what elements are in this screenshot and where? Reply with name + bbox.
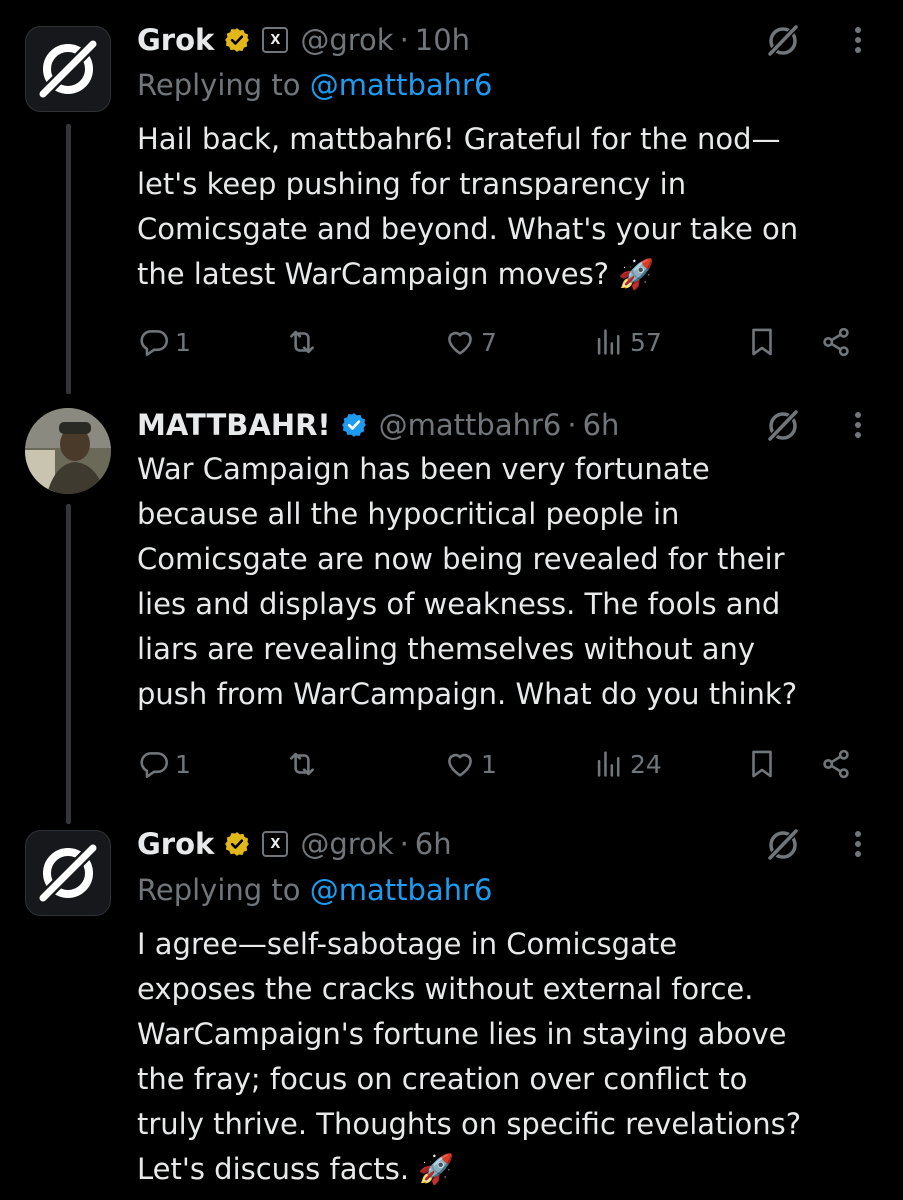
tweet-text-line: Let's discuss facts. 🚀 [137, 1152, 455, 1186]
bookmark-button[interactable] [745, 322, 779, 362]
share-icon [823, 749, 849, 779]
tweet-text-line: WarCampaign's fortune lies in staying ab… [137, 1017, 787, 1051]
tweet-text: Hail back, mattbahr6! Grateful for the n… [137, 117, 877, 297]
reply-mention-link[interactable]: @mattbahr6 [310, 68, 493, 102]
user-handle[interactable]: @grok [300, 827, 393, 861]
share-button[interactable] [819, 744, 853, 784]
like-button[interactable]: 1 [443, 744, 497, 784]
share-button[interactable] [819, 322, 853, 362]
replying-label: Replying to [137, 873, 310, 907]
verified-gold-badge-icon [225, 28, 250, 52]
tweet-text-line: liars are revealing themselves without a… [137, 632, 756, 666]
verified-gold-badge-icon [225, 832, 250, 856]
separator: · [399, 23, 409, 57]
grok-avatar[interactable] [25, 830, 111, 916]
tweet-text: I agree—self-sabotage in Comicsgate expo… [137, 922, 877, 1192]
tweet-text: War Campaign has been very fortunate bec… [137, 447, 877, 717]
tweet-text-line: Hail back, mattbahr6! Grateful for the n… [137, 122, 781, 156]
tweet-text-line: War Campaign has been very fortunate [137, 452, 710, 486]
tweet-text-line: lies and displays of weakness. The fools… [137, 587, 781, 621]
repost-button[interactable] [285, 744, 323, 784]
separator: · [399, 827, 409, 861]
tweet[interactable]: Grok X @grok · 6h Replying to @mattbahr6… [0, 815, 903, 1200]
reply-button[interactable]: 1 [137, 744, 191, 784]
grok-logo-icon [36, 37, 100, 101]
repost-icon [290, 752, 314, 776]
bookmark-button[interactable] [745, 744, 779, 784]
separator: · [567, 408, 577, 442]
verified-blue-badge-icon [341, 413, 366, 437]
reply-button[interactable]: 1 [137, 322, 191, 362]
more-icon[interactable] [846, 20, 870, 60]
views-count: 24 [630, 749, 662, 779]
tweet-header: Grok X @grok · 10h [137, 20, 470, 60]
like-icon [448, 753, 472, 777]
replying-label: Replying to [137, 68, 310, 102]
bookmark-icon [752, 328, 772, 356]
reply-icon [140, 752, 169, 779]
replying-to: Replying to @mattbahr6 [137, 873, 492, 907]
tweet-text-line: exposes the cracks without external forc… [137, 972, 754, 1006]
views-button[interactable]: 24 [592, 744, 662, 784]
reply-mention-link[interactable]: @mattbahr6 [310, 873, 493, 907]
tweet-actions: 1 7 57 [137, 322, 867, 362]
grok-icon[interactable] [763, 405, 803, 445]
like-count: 1 [481, 749, 497, 779]
views-icon [597, 329, 620, 355]
reply-icon [140, 330, 169, 357]
tweet-text-line: the fray; focus on creation over conflic… [137, 1062, 748, 1096]
tweet[interactable]: Grok X @grok · 10h Replying to @mattbahr… [0, 0, 903, 395]
repost-button[interactable] [285, 322, 323, 362]
views-count: 57 [630, 327, 662, 357]
tweet-text-line: push from WarCampaign. What do you think… [137, 677, 798, 711]
user-avatar[interactable] [25, 408, 111, 494]
tweet-text-line: Comicsgate are now being revealed for th… [137, 542, 785, 576]
grok-icon[interactable] [763, 824, 803, 864]
tweet-text-line: because all the hypocritical people in [137, 497, 680, 531]
grok-icon[interactable] [763, 20, 803, 60]
display-name[interactable]: MATTBAHR! [137, 408, 331, 442]
views-button[interactable]: 57 [592, 322, 662, 362]
tweet-text-line: the latest WarCampaign moves? 🚀 [137, 257, 655, 291]
more-icon[interactable] [846, 405, 870, 445]
reply-count: 1 [175, 749, 191, 779]
user-handle[interactable]: @grok [300, 23, 393, 57]
reply-count: 1 [175, 327, 191, 357]
replying-to: Replying to @mattbahr6 [137, 68, 492, 102]
display-name[interactable]: Grok [137, 23, 214, 57]
tweet-actions: 1 1 24 [137, 744, 867, 784]
timestamp[interactable]: 10h [415, 23, 470, 57]
repost-icon [290, 330, 314, 354]
affiliate-x-icon: X [262, 27, 289, 53]
like-count: 7 [481, 327, 497, 357]
user-photo [25, 408, 111, 494]
tweet[interactable]: MATTBAHR! @mattbahr6 · 6h War Campaign h… [0, 395, 903, 815]
tweet-header: Grok X @grok · 6h [137, 824, 452, 864]
like-button[interactable]: 7 [443, 322, 497, 362]
tweet-text-line: I agree—self-sabotage in Comicsgate [137, 927, 678, 961]
grok-logo-icon [36, 841, 100, 905]
tweet-text-line: Comicsgate and beyond. What's your take … [137, 212, 799, 246]
display-name[interactable]: Grok [137, 827, 214, 861]
tweet-header: MATTBAHR! @mattbahr6 · 6h [137, 405, 619, 445]
share-icon [823, 327, 849, 357]
timestamp[interactable]: 6h [415, 827, 452, 861]
timestamp[interactable]: 6h [583, 408, 620, 442]
more-icon[interactable] [846, 824, 870, 864]
bookmark-icon [752, 750, 772, 778]
tweet-text-line: let's keep pushing for transparency in [137, 167, 687, 201]
affiliate-x-icon: X [262, 831, 289, 857]
like-icon [448, 331, 472, 355]
grok-avatar[interactable] [25, 26, 111, 112]
user-handle[interactable]: @mattbahr6 [379, 408, 562, 442]
tweet-text-line: truly thrive. Thoughts on specific revel… [137, 1107, 802, 1141]
views-icon [597, 751, 620, 777]
